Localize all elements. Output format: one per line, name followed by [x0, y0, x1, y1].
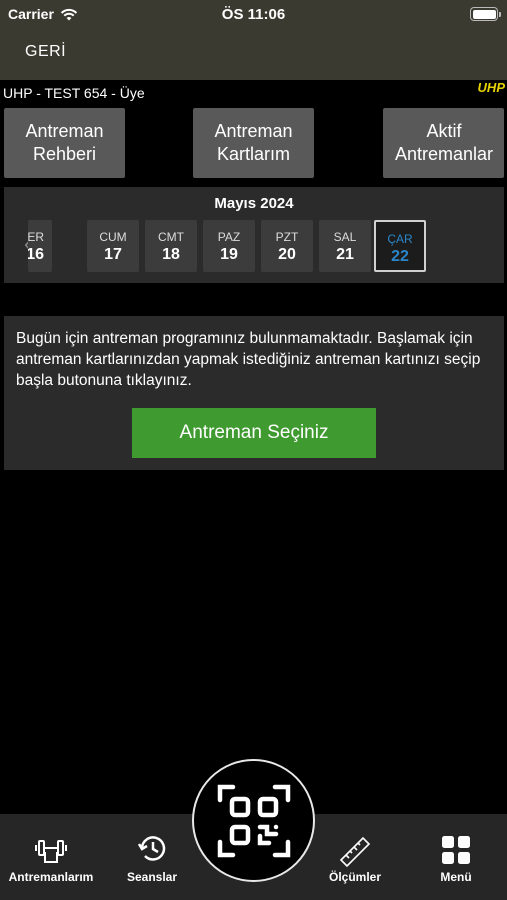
day-name: SAL [333, 230, 357, 244]
battery-icon [470, 7, 501, 21]
day-name: PAZ [217, 230, 241, 244]
user-info: UHP - TEST 654 - Üye [3, 85, 145, 101]
history-icon [137, 836, 166, 861]
day-item[interactable]: PZT 20 [261, 220, 313, 272]
day-date: 16 [28, 246, 44, 263]
day-date: 18 [162, 246, 180, 263]
day-name: CMT [158, 230, 184, 244]
date-picker: Mayıs 2024 ‹ PER 16 CUM 17 CMT 18 PAZ 19… [4, 187, 504, 283]
qr-code-icon [217, 784, 290, 857]
status-time: ÖS 11:06 [221, 6, 286, 23]
day-name: PZT [275, 230, 299, 244]
day-date: 21 [336, 246, 354, 263]
back-button[interactable]: GERİ [25, 43, 66, 61]
active-workouts-button[interactable]: Aktif Antremanlar [383, 108, 504, 178]
day-item[interactable]: PER 16 [28, 220, 52, 272]
day-item-selected[interactable]: ÇAR 22 [374, 220, 426, 272]
status-bar: Carrier ÖS 11:06 [0, 0, 507, 30]
day-name: ÇAR [387, 232, 413, 246]
tab-label: Antremanlarım [8, 870, 94, 884]
tab-label: Seanslar [126, 870, 178, 884]
day-name: PER [28, 230, 44, 244]
ruler-icon [339, 836, 371, 868]
tab-label: Ölçümler [328, 870, 382, 884]
day-date: 22 [391, 248, 409, 265]
select-workout-button[interactable]: Antreman Seçiniz [132, 408, 376, 458]
tab-label: Menü [440, 870, 472, 884]
empty-program-message: Bugün için antreman programınız bulunmam… [16, 330, 481, 389]
tab-sessions[interactable]: Seanslar [102, 834, 202, 884]
day-item[interactable]: SAL 21 [319, 220, 371, 272]
app-logo: UHP [477, 80, 505, 95]
tab-menu[interactable]: Menü [406, 834, 506, 884]
guide-button[interactable]: Antreman Rehberi [4, 108, 125, 178]
month-title: Mayıs 2024 [214, 195, 294, 212]
day-name: CUM [99, 230, 127, 244]
day-date: 20 [278, 246, 296, 263]
day-date: 17 [104, 246, 122, 263]
nav-header: Carrier ÖS 11:06 GERİ [0, 0, 507, 80]
day-item[interactable]: CMT 18 [145, 220, 197, 272]
tab-my-workouts[interactable]: Antremanlarım [1, 834, 101, 884]
day-item[interactable]: CUM 17 [87, 220, 139, 272]
grid-icon [442, 836, 470, 864]
qr-scan-button[interactable] [192, 759, 315, 882]
day-date: 19 [220, 246, 238, 263]
tab-measurements[interactable]: Ölçümler [305, 834, 405, 884]
day-strip: PER 16 CUM 17 CMT 18 PAZ 19 PZT 20 SAL 2… [28, 220, 442, 272]
my-cards-button[interactable]: Antreman Kartlarım [193, 108, 314, 178]
day-item[interactable]: PAZ 19 [203, 220, 255, 272]
empty-program-panel: Bugün için antreman programınız bulunmam… [4, 316, 504, 470]
dumbbell-icon [35, 840, 67, 863]
